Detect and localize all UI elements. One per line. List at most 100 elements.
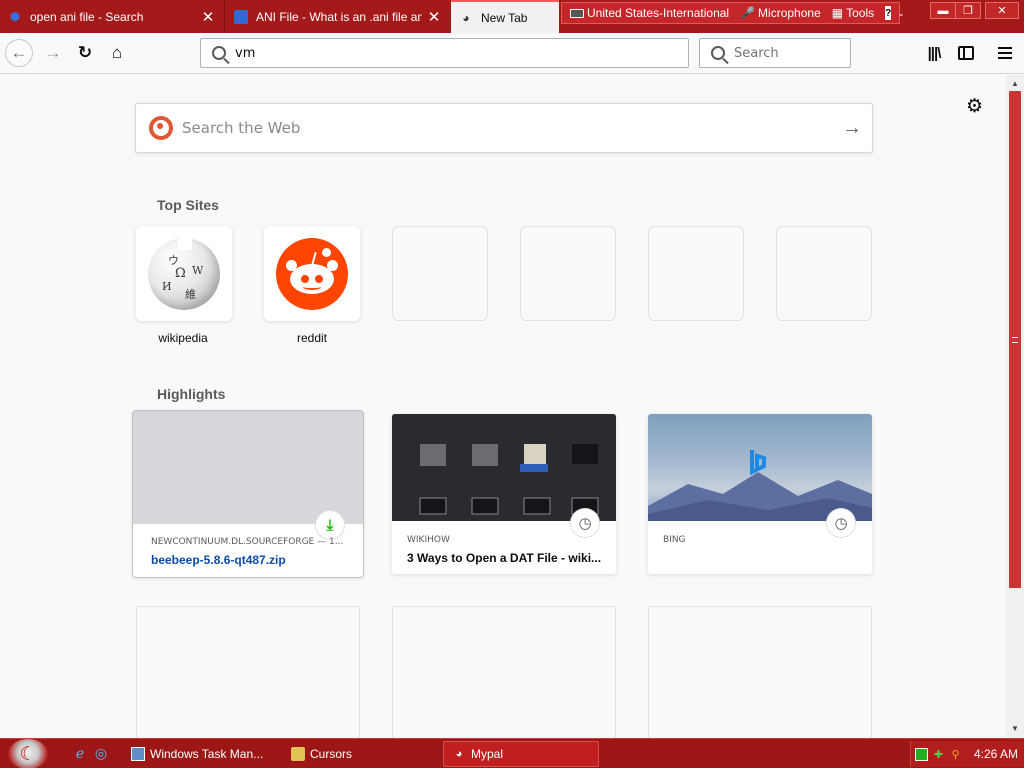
clock[interactable]: 4:26 AM xyxy=(974,747,1018,761)
web-search-input[interactable] xyxy=(182,119,832,137)
forward-button[interactable]: → xyxy=(39,39,67,67)
top-site-label[interactable]: reddit xyxy=(264,331,360,345)
taskbar-item-mypal[interactable]: ◕ Mypal xyxy=(443,741,599,767)
top-site-empty xyxy=(520,226,616,321)
navigation-toolbar: ← → ↻ ⌂ |||\ xyxy=(0,33,1024,74)
tools-button[interactable]: ▦ Tools xyxy=(832,6,874,20)
microphone-label: Microphone xyxy=(758,6,821,20)
top-site-reddit[interactable] xyxy=(264,226,360,321)
reload-button[interactable]: ↻ xyxy=(71,39,99,67)
keyboard-icon xyxy=(570,8,584,18)
card-title[interactable]: 3 Ways to Open a DAT File - wiki... xyxy=(407,551,603,565)
security-icon[interactable]: ✚ xyxy=(932,748,945,761)
top-site-wikipedia[interactable]: ウ Ω W И 維 xyxy=(136,226,232,321)
taskbar-item-label: Mypal xyxy=(471,747,504,761)
firefox-favicon-icon: ◕ xyxy=(462,10,470,25)
menu-icon[interactable] xyxy=(995,43,1015,63)
card-title[interactable]: beebeep-5.8.6-qt487.zip xyxy=(151,553,347,567)
tab-label: ANI File - What is an .ani file and xyxy=(256,9,422,24)
highlight-card-bing[interactable]: ◷ BING xyxy=(648,414,872,574)
card-hostname: BING xyxy=(663,535,686,545)
scroll-down-icon[interactable]: ▼ xyxy=(1006,720,1024,736)
top-site-empty xyxy=(776,226,872,321)
maximize-button[interactable]: ❐ xyxy=(955,2,981,19)
card-hostname: NEWCONTINUUM.DL.SOURCEFORGE — 1... xyxy=(151,537,344,547)
top-site-label[interactable]: wikipedia xyxy=(135,331,231,345)
mountain-thumbnail xyxy=(648,450,872,521)
highlight-placeholder xyxy=(648,606,872,738)
highlight-placeholder xyxy=(392,606,616,738)
duckduckgo-icon xyxy=(149,116,173,140)
library-icon[interactable]: |||\ xyxy=(924,43,944,63)
card-thumbnail xyxy=(133,411,363,524)
system-tray: ✚ ⚲ 4:26 AM xyxy=(910,741,1024,767)
highlights-heading: Highlights xyxy=(157,386,226,402)
page-scrollbar[interactable]: ▲ ▼ xyxy=(1006,75,1024,738)
mypal-icon: ◕ xyxy=(455,748,463,760)
langbar-options-icon[interactable]: ⌄ xyxy=(897,8,905,19)
help-icon[interactable]: ? xyxy=(885,6,892,20)
tab-open-ani-search[interactable]: ⬤ open ani file - Search ✕ xyxy=(0,0,225,33)
search-bar[interactable] xyxy=(699,38,904,68)
reddit-logo-icon xyxy=(276,237,348,310)
document-favicon-icon xyxy=(234,9,248,24)
keyboard-layout[interactable]: United States-International xyxy=(570,6,729,20)
search-icon[interactable]: ⚲ xyxy=(949,748,962,761)
tab-label: New Tab xyxy=(481,10,528,25)
close-tab-icon[interactable]: ✕ xyxy=(426,8,442,26)
search-favicon-icon: ⬤ xyxy=(9,11,21,21)
tab-new-tab[interactable]: ◕ New Tab xyxy=(451,0,559,33)
back-button[interactable]: ← xyxy=(5,39,33,67)
card-thumbnail xyxy=(648,414,872,521)
close-window-button[interactable]: ✕ xyxy=(985,2,1019,19)
search-input[interactable] xyxy=(734,40,904,66)
top-sites-heading: Top Sites xyxy=(157,197,219,213)
highlight-placeholder xyxy=(136,606,360,738)
keyboard-layout-label: United States-International xyxy=(587,6,730,20)
gear-icon[interactable]: ⚙ xyxy=(966,95,983,118)
sidebar-icon[interactable] xyxy=(956,43,976,63)
history-clock-icon: ◷ xyxy=(827,509,855,537)
top-site-empty xyxy=(392,226,488,321)
tab-strip: ⬤ open ani file - Search ✕ ANI File - Wh… xyxy=(0,0,1024,33)
minimize-button[interactable]: ▬ xyxy=(930,2,956,19)
language-bar: United States-International 🎤 Microphone… xyxy=(561,2,905,24)
scroll-up-icon[interactable]: ▲ xyxy=(1006,75,1024,91)
highlight-card-download[interactable]: ⤓ NEWCONTINUUM.DL.SOURCEFORGE — 1... bee… xyxy=(133,411,363,577)
network-icon[interactable] xyxy=(915,747,928,761)
top-site-empty xyxy=(648,226,744,321)
url-input[interactable] xyxy=(235,40,688,66)
start-button[interactable]: ☾ xyxy=(8,739,48,768)
screenshot-thumbnail xyxy=(392,414,616,521)
internet-explorer-icon[interactable]: ℯ xyxy=(72,745,88,761)
task-manager-icon xyxy=(131,747,145,761)
tools-icon: ▦ xyxy=(831,6,844,20)
home-button[interactable]: ⌂ xyxy=(103,39,131,67)
tools-label: Tools xyxy=(846,6,875,20)
tab-label: open ani file - Search xyxy=(30,9,144,24)
folder-icon xyxy=(291,747,305,761)
tab-ani-file[interactable]: ANI File - What is an .ani file and ✕ xyxy=(226,0,450,33)
card-hostname: WIKIHOW xyxy=(407,535,450,545)
bing-logo-icon xyxy=(750,450,766,476)
search-icon xyxy=(212,46,226,60)
new-tab-page: ⚙ → Top Sites ウ Ω W И 維 wikipedia reddit xyxy=(0,75,1006,738)
taskbar: ☾ ℯ ◎ Windows Task Man... Cursors ◕ Mypa… xyxy=(0,738,1024,768)
url-bar[interactable] xyxy=(200,38,689,68)
taskbar-item-cursors[interactable]: Cursors xyxy=(283,741,431,767)
arrow-right-icon[interactable]: → xyxy=(832,117,872,140)
close-tab-icon[interactable]: ✕ xyxy=(200,8,216,26)
microphone-icon: 🎤 xyxy=(740,6,756,20)
search-icon xyxy=(711,46,725,60)
download-icon: ⤓ xyxy=(316,511,344,539)
scrollbar-thumb[interactable] xyxy=(1009,91,1021,588)
taskbar-item-task-manager[interactable]: Windows Task Man... xyxy=(123,741,275,767)
highlight-card-wikihow[interactable]: ◷ WIKIHOW 3 Ways to Open a DAT File - wi… xyxy=(392,414,616,574)
show-desktop-icon[interactable]: ◎ xyxy=(93,745,109,761)
wikipedia-logo-icon: ウ Ω W И 維 xyxy=(148,237,220,310)
history-clock-icon: ◷ xyxy=(571,509,599,537)
taskbar-item-label: Cursors xyxy=(310,747,353,761)
microphone-button[interactable]: 🎤 Microphone xyxy=(740,6,821,20)
card-thumbnail xyxy=(392,414,616,521)
web-search-box[interactable]: → xyxy=(135,103,873,153)
